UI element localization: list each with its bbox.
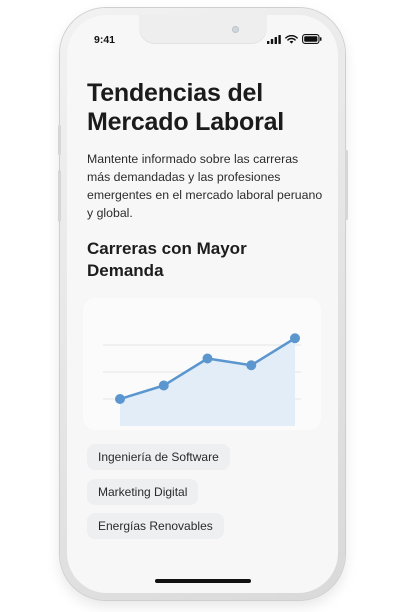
career-tag-row: Marketing Digital [87,478,230,514]
signal-icon [267,34,281,44]
career-tag[interactable]: Marketing Digital [87,478,199,505]
chart-point [115,394,125,404]
chart-area-fill [120,338,295,426]
chart-point [158,380,169,391]
phone-screen: 9:41 Tendencias del Mercado Laboral Mant… [67,15,338,593]
status-time: 9:41 [94,34,116,46]
demand-chart-card [83,298,321,430]
page-title-line: Mercado Laboral [87,108,285,136]
chart-point [290,333,300,344]
section-title-line: Demanda [87,260,164,280]
page-title: Tendencias del Mercado Laboral [87,79,323,137]
page-title-line: Tendencias del [87,79,263,107]
home-indicator[interactable] [155,579,251,583]
side-button [345,150,348,220]
career-tag[interactable]: Ingeniería de Software [87,444,230,470]
chart-point [246,360,257,371]
side-button [58,125,61,155]
career-tag[interactable]: Energías Renovables [87,513,224,539]
main-content: Tendencias del Mercado Laboral Mantente … [87,79,323,281]
camera-icon [232,26,239,33]
side-button [58,170,61,222]
career-tag-list: Ingeniería de Software Marketing Digital E… [87,444,230,548]
battery-icon [302,34,322,44]
demand-chart [103,333,301,426]
career-tag-row: Ingeniería de Software [87,444,230,479]
notch [139,15,267,44]
wifi-icon [285,34,298,44]
section-title-line: Carreras con Mayor [87,239,247,258]
chart-point [202,353,213,364]
status-icons [267,34,322,44]
career-tag-row: Energías Renovables [87,513,230,548]
page-description: Mantente informado sobre las carreras má… [87,152,323,220]
section-title: Carreras con Mayor Demanda [87,238,323,281]
